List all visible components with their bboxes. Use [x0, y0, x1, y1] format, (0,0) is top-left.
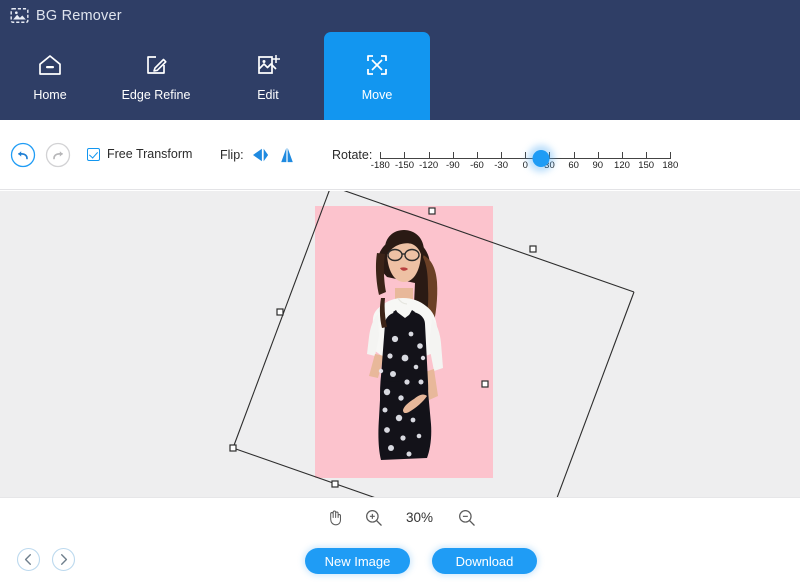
app-header: BG Remover Home Edge Refine Edit Move: [0, 0, 800, 120]
chevron-right-icon[interactable]: [51, 547, 76, 572]
flip-horizontal-icon[interactable]: [252, 147, 270, 163]
new-image-button[interactable]: New Image: [305, 548, 410, 574]
bottom-bar: New Image Download: [0, 537, 800, 583]
rotate-tick-label: -30: [494, 160, 509, 171]
tab-edit-label: Edit: [257, 87, 279, 102]
rotate-tick-label: 0: [522, 160, 528, 171]
image-pagination: [16, 547, 76, 572]
handle-left-mid[interactable]: [276, 308, 284, 316]
rotate-tick-label: -180: [370, 160, 390, 171]
image-edit-icon: [258, 54, 280, 74]
handle-top-mid[interactable]: [428, 207, 436, 215]
app-title: BG Remover: [36, 7, 122, 24]
rotate-tick: [670, 152, 672, 159]
rotate-tick: [646, 152, 648, 159]
rotate-tick-label: 60: [568, 160, 579, 171]
rotate-tick: [380, 152, 382, 159]
rotate-tick: [597, 152, 599, 159]
handle-top-right[interactable]: [529, 245, 537, 253]
download-button[interactable]: Download: [432, 548, 537, 574]
move-arrows-icon: [367, 54, 387, 75]
rotate-tick: [428, 152, 430, 159]
tab-move-label: Move: [361, 87, 393, 102]
rotate-tick-label: 120: [614, 160, 630, 171]
free-transform-checkbox[interactable]: [87, 147, 100, 161]
history-buttons: [10, 142, 71, 168]
flip-controls: Flip:: [220, 147, 296, 163]
transform-handles: [229, 207, 537, 488]
image-canvas[interactable]: [0, 191, 800, 497]
flip-vertical-icon[interactable]: [278, 147, 296, 163]
rotate-tick: [621, 152, 623, 159]
zoom-level-value: 30%: [405, 510, 434, 525]
tab-home[interactable]: Home: [0, 32, 100, 120]
action-buttons: New Image Download: [305, 548, 537, 574]
tab-home-label: Home: [33, 87, 67, 102]
rotate-tick-label: -120: [419, 160, 439, 171]
pen-square-icon: [147, 55, 167, 74]
rotate-tick: [573, 152, 575, 159]
hand-tool-icon[interactable]: [325, 508, 344, 527]
rotate-slider-handle[interactable]: [532, 150, 550, 167]
rotate-tick: [476, 152, 478, 159]
undo-arrow-icon[interactable]: [10, 142, 36, 168]
rotate-tick: [501, 152, 503, 159]
zoom-out-icon[interactable]: [457, 508, 476, 527]
rotate-slider[interactable]: -180 -150 -120 -90 -60 -30 0 30 60 90 120 150 180: [371, 146, 678, 176]
rotate-label: Rotate:: [332, 148, 373, 162]
brand: BG Remover: [10, 6, 122, 25]
rotate-tick-label: 90: [592, 160, 604, 171]
main-tabs: Home Edge Refine Edit Move: [0, 32, 800, 120]
zoom-toolbar: 30%: [0, 497, 800, 537]
bg-remover-window: BG Remover Home Edge Refine Edit Move Fr…: [0, 0, 800, 583]
rotate-tick: [404, 152, 406, 159]
rotate-tick-label: 180: [662, 160, 679, 171]
rotate-tick-label: -90: [445, 160, 460, 171]
redo-arrow-icon[interactable]: [45, 142, 71, 168]
image-photo-icon: [10, 8, 29, 23]
tab-edge-refine-label: Edge Refine: [121, 87, 191, 102]
rotate-tick-label: -150: [394, 160, 414, 171]
handle-bottom-mid[interactable]: [331, 480, 339, 488]
tab-move[interactable]: Move: [324, 32, 430, 120]
rotate-tick-label: 150: [638, 160, 655, 171]
home-icon: [39, 54, 61, 75]
rotate-tick-label: -60: [470, 160, 484, 171]
handle-bottom-left[interactable]: [229, 444, 237, 452]
tab-edge-refine[interactable]: Edge Refine: [100, 32, 212, 120]
rotate-tick: [452, 152, 454, 159]
handle-right-mid[interactable]: [481, 380, 489, 388]
free-transform-label: Free Transform: [107, 147, 193, 161]
rotate-tick: [525, 152, 527, 159]
rotate-control: Rotate: -180 -150 -120 -90 -60 -30 0 30 60 90 120 1…: [332, 146, 678, 176]
free-transform-box[interactable]: [0, 191, 800, 497]
zoom-in-icon[interactable]: [364, 508, 383, 527]
free-transform-toggle[interactable]: Free Transform: [87, 147, 192, 161]
chevron-left-icon[interactable]: [16, 547, 41, 572]
tab-edit[interactable]: Edit: [212, 32, 324, 120]
flip-label: Flip:: [220, 148, 244, 162]
